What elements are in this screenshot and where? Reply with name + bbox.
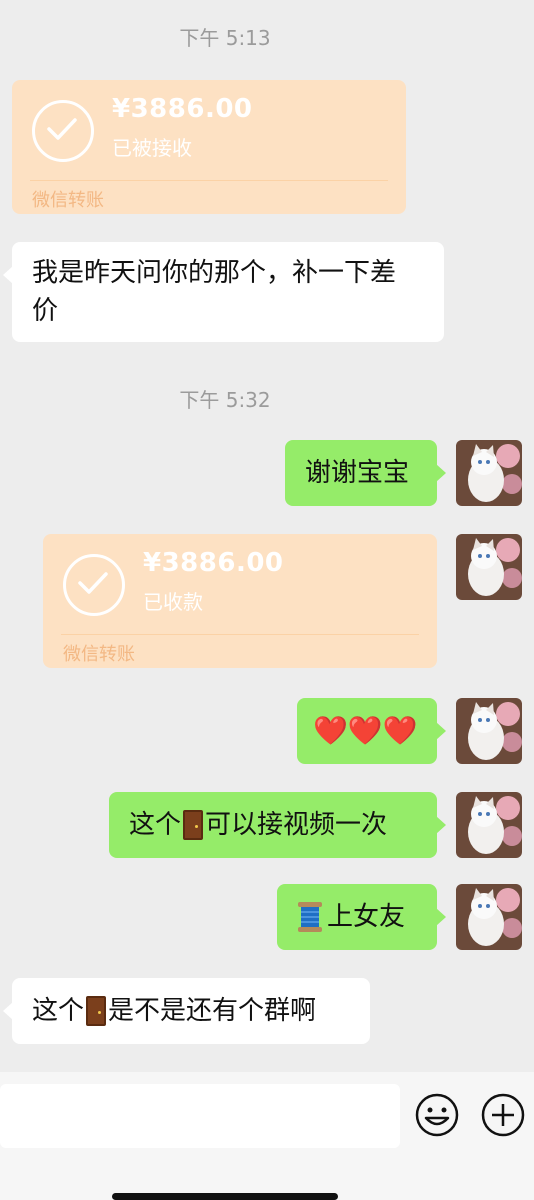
transfer-card[interactable]: ¥3886.00 已被接收 微信转账 — [12, 80, 406, 214]
transfer-card[interactable]: ¥3886.00 已收款 微信转账 — [43, 534, 437, 668]
cat-avatar[interactable] — [456, 884, 522, 950]
home-indicator — [112, 1193, 338, 1200]
message-bubble-outgoing[interactable]: 上女友 — [277, 884, 446, 950]
timestamp: 下午 5:32 — [179, 388, 271, 412]
divider — [30, 180, 388, 181]
message-input[interactable] — [0, 1084, 400, 1148]
transfer-status: 已收款 — [143, 590, 203, 614]
timestamp: 下午 5:13 — [179, 26, 271, 50]
message-text: 可以接视频一次 — [205, 810, 388, 840]
hearts-emoji: ❤️❤️❤️ — [313, 714, 418, 747]
message-bubble-outgoing[interactable]: ❤️❤️❤️ — [297, 698, 446, 764]
message-bubble-outgoing[interactable]: 这个 可以接视频一次 — [109, 792, 446, 858]
message-text: 是不是还有个群啊 — [108, 996, 317, 1026]
emoji-face-icon[interactable] — [414, 1092, 460, 1138]
cat-avatar[interactable] — [456, 792, 522, 858]
message-text: 这个 — [32, 996, 85, 1026]
cat-avatar[interactable] — [456, 534, 522, 600]
message-text: 上女友 — [327, 902, 406, 932]
transfer-status: 已被接收 — [112, 136, 192, 160]
plus-icon[interactable] — [480, 1092, 526, 1138]
message-text: 这个 — [129, 810, 182, 840]
transfer-amount: ¥3886.00 — [143, 548, 284, 578]
transfer-label: 微信转账 — [63, 644, 135, 665]
cat-avatar[interactable] — [456, 440, 522, 506]
transfer-label: 微信转账 — [32, 190, 104, 211]
check-icon — [63, 554, 125, 616]
message-bubble-outgoing[interactable]: 谢谢宝宝 — [285, 440, 446, 506]
message-text: 我是昨天问你的那个，补一下差 — [32, 258, 397, 288]
message-bubble-incoming[interactable]: 这个 是不是还有个群啊 — [3, 978, 370, 1044]
check-icon — [32, 100, 94, 162]
cat-avatar[interactable] — [456, 698, 522, 764]
message-text: 价 — [32, 296, 59, 326]
message-text: 谢谢宝宝 — [305, 458, 410, 488]
input-bar — [0, 1072, 534, 1200]
divider — [61, 634, 419, 635]
message-bubble-incoming[interactable]: 我是昨天问你的那个，补一下差 价 — [3, 242, 444, 342]
spool-emoji-icon — [298, 902, 322, 932]
transfer-amount: ¥3886.00 — [112, 94, 253, 124]
door-emoji-icon — [183, 810, 204, 840]
door-emoji-icon — [86, 996, 107, 1026]
